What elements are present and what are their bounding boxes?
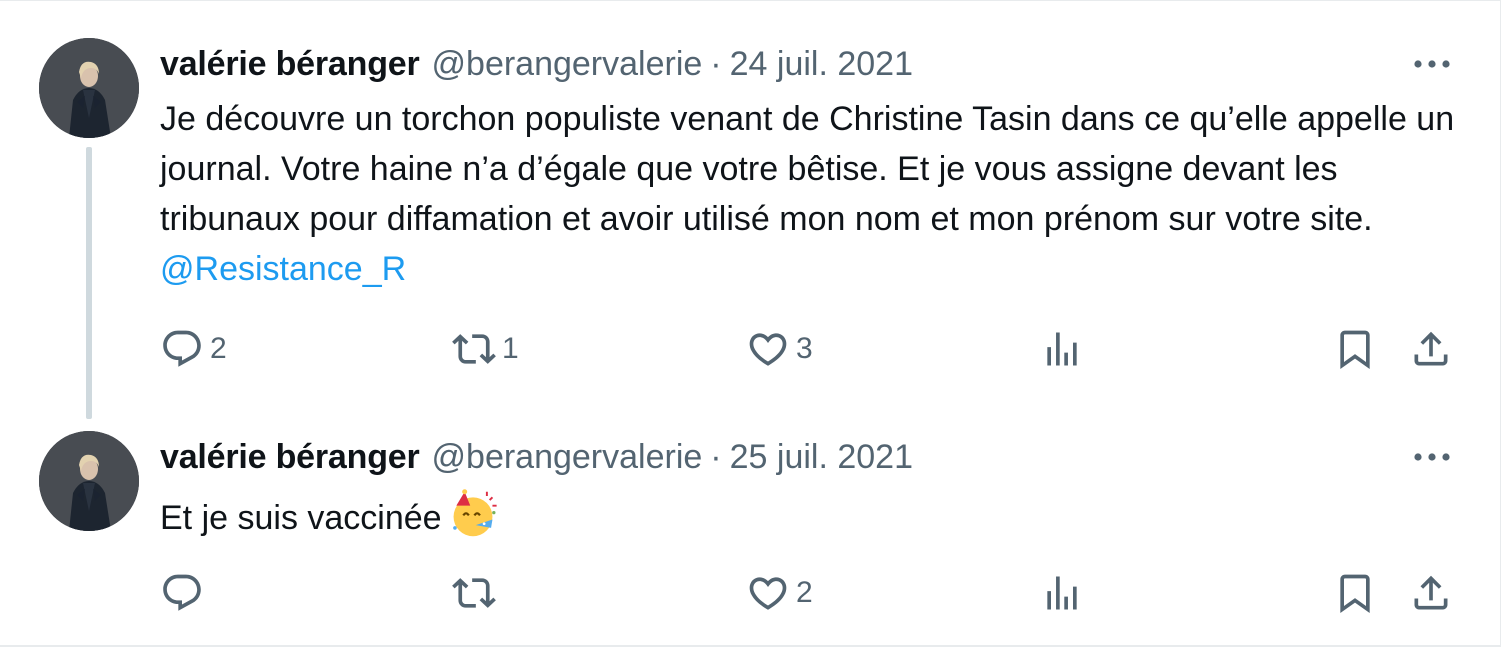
share-button[interactable] — [1409, 568, 1453, 618]
mention-link[interactable]: @Resistance_R — [160, 250, 406, 288]
tweet[interactable]: valérie béranger @berangervalerie · 24 j… — [0, 1, 1500, 421]
views-chart-icon — [1047, 576, 1077, 610]
partying-face-emoji — [452, 489, 497, 537]
bookmark-button[interactable] — [1333, 324, 1377, 374]
tweet-body: Et je suis vaccinée — [160, 499, 442, 537]
thread-connector-line — [86, 147, 92, 419]
tweet-actions: 2 — [0, 568, 1500, 618]
tweet-date[interactable]: 24 juil. 2021 — [730, 45, 913, 84]
retweet-icon — [452, 334, 496, 364]
author-handle[interactable]: @berangervalerie — [432, 45, 703, 84]
more-options-button[interactable] — [1412, 49, 1452, 79]
avatar[interactable] — [39, 431, 139, 531]
tweet[interactable]: valérie béranger @berangervalerie · 25 j… — [0, 421, 1500, 646]
more-dots-icon — [1414, 453, 1450, 461]
retweet-button[interactable]: 1 — [452, 324, 519, 374]
share-icon — [1414, 331, 1448, 366]
share-button[interactable] — [1409, 324, 1453, 374]
tweet-date[interactable]: 25 juil. 2021 — [730, 438, 913, 477]
like-button[interactable]: 3 — [746, 324, 813, 374]
like-count: 2 — [796, 576, 813, 609]
avatar[interactable] — [39, 38, 139, 138]
header-separator: · — [710, 437, 722, 476]
views-button[interactable] — [1040, 568, 1084, 618]
more-dots-icon — [1414, 60, 1450, 68]
share-icon — [1414, 575, 1448, 610]
tweet-thread-frame: valérie béranger @berangervalerie · 24 j… — [0, 0, 1501, 647]
heart-icon — [749, 577, 787, 610]
header-separator: · — [710, 44, 722, 83]
bookmark-icon — [1340, 330, 1370, 370]
views-chart-icon — [1047, 332, 1077, 366]
bookmark-button[interactable] — [1333, 568, 1377, 618]
author-name[interactable]: valérie béranger — [160, 45, 420, 84]
like-button[interactable]: 2 — [746, 568, 813, 618]
reply-button[interactable]: 2 — [160, 324, 227, 374]
reply-button[interactable] — [160, 568, 210, 618]
reply-icon — [163, 574, 201, 611]
tweet-body: Je découvre un torchon populiste venant … — [160, 100, 1455, 238]
retweet-button[interactable] — [452, 568, 502, 618]
views-button[interactable] — [1040, 324, 1084, 374]
avatar-photo — [39, 431, 139, 531]
author-name[interactable]: valérie béranger — [160, 438, 420, 477]
bookmark-icon — [1340, 574, 1370, 614]
more-options-button[interactable] — [1412, 442, 1452, 472]
avatar-photo — [39, 38, 139, 138]
like-count: 3 — [796, 332, 813, 365]
reply-icon — [163, 330, 201, 367]
tweet-header: valérie béranger @berangervalerie · 25 j… — [160, 435, 913, 479]
retweet-count: 1 — [502, 332, 519, 365]
heart-icon — [749, 333, 787, 366]
tweet-header: valérie béranger @berangervalerie · 24 j… — [160, 42, 913, 86]
retweet-icon — [452, 578, 496, 608]
tweet-text: Et je suis vaccinée — [160, 489, 1460, 543]
author-handle[interactable]: @berangervalerie — [432, 438, 703, 477]
reply-count: 2 — [210, 332, 227, 365]
tweet-text: Je découvre un torchon populiste venant … — [160, 94, 1460, 294]
tweet-actions: 2 1 3 — [0, 324, 1500, 374]
